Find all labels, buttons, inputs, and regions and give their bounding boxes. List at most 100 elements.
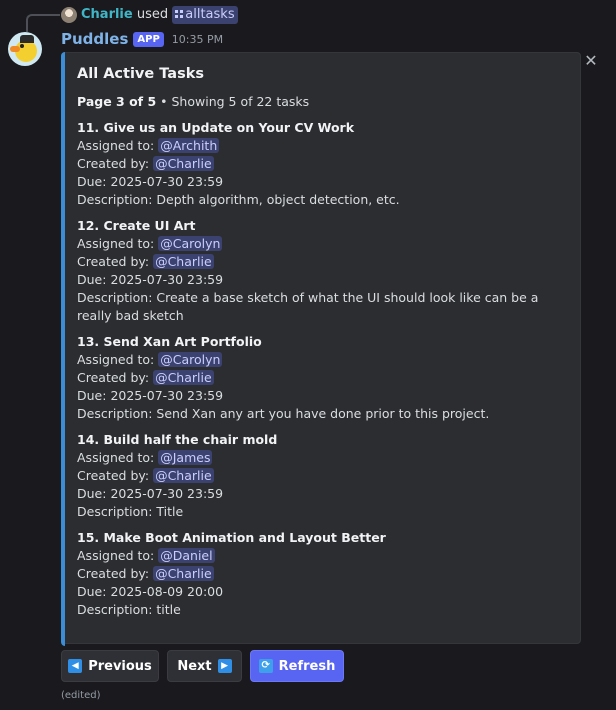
command-name: alltasks [185,7,235,22]
task-assigned-row: Assigned to: @Daniel [77,547,567,565]
assignee-mention[interactable]: @Daniel [158,548,215,563]
reply-user-avatar[interactable] [61,7,77,23]
due-label: Due: [77,584,111,599]
due-label: Due: [77,486,111,501]
app-badge: APP [133,31,164,47]
command-pill[interactable]: alltasks [172,6,238,24]
arrow-right-icon: ▶ [217,659,232,673]
bot-avatar[interactable] [8,32,42,66]
next-label: Next [177,658,212,674]
due-label: Due: [77,174,111,189]
page-count-text: • Showing 5 of 22 tasks [156,94,310,109]
task-embed: All Active Tasks Page 3 of 5 • Showing 5… [61,52,581,646]
creator-mention[interactable]: @Charlie [153,468,214,483]
task-item: 14. Build half the chair mold Assigned t… [77,431,567,521]
assigned-label: Assigned to: [77,548,159,563]
page-info: Page 3 of 5 • Showing 5 of 22 tasks [77,93,567,111]
task-assigned-row: Assigned to: @Archith [77,137,567,155]
task-description-row: Description: Create a base sketch of wha… [77,289,567,325]
assignee-mention[interactable]: @Archith [158,138,220,153]
due-label: Due: [77,388,111,403]
task-item: 13. Send Xan Art Portfolio Assigned to: … [77,333,567,423]
created-label: Created by: [77,370,154,385]
task-assigned-row: Assigned to: @Carolyn [77,351,567,369]
duck-beak-icon [10,46,20,52]
task-title: 14. Build half the chair mold [77,432,278,447]
arrow-left-icon: ◀ [68,659,83,673]
close-icon[interactable]: ✕ [583,53,599,69]
description-label: Description: [77,406,157,421]
reply-username[interactable]: Charlie [81,7,133,22]
duck-hat-icon [20,35,34,43]
due-date: 2025-08-09 20:00 [110,584,224,599]
reply-used-text: used [136,7,169,22]
creator-mention[interactable]: @Charlie [153,370,214,385]
task-created-row: Created by: @Charlie [77,369,567,387]
embed-title: All Active Tasks [77,66,204,82]
previous-button[interactable]: ◀ Previous [61,650,159,682]
creator-mention[interactable]: @Charlie [153,156,214,171]
next-button[interactable]: Next ▶ [167,650,242,682]
refresh-label: Refresh [278,658,336,674]
task-description-row: Description: Send Xan any art you have d… [77,405,567,423]
task-created-row: Created by: @Charlie [77,155,567,173]
creator-mention[interactable]: @Charlie [153,254,214,269]
assigned-label: Assigned to: [77,236,159,251]
task-title: 15. Make Boot Animation and Layout Bette… [77,530,386,545]
task-description-row: Description: title [77,601,567,619]
reply-connector [26,14,60,32]
task-description-row: Description: Depth algorithm, object det… [77,191,567,209]
message-timestamp[interactable]: 10:35 PM [172,33,223,46]
description-label: Description: [77,290,157,305]
description-label: Description: [77,602,157,617]
task-item: 11. Give us an Update on Your CV Work As… [77,119,567,209]
created-label: Created by: [77,468,154,483]
refresh-icon: ⟳ [258,659,273,673]
refresh-button[interactable]: ⟳ Refresh [250,650,344,682]
task-created-row: Created by: @Charlie [77,467,567,485]
task-item: 15. Make Boot Animation and Layout Bette… [77,529,567,619]
due-date: 2025-07-30 23:59 [110,388,224,403]
duck-eye-icon [20,44,24,48]
task-due-row: Due: 2025-08-09 20:00 [77,583,567,601]
task-created-row: Created by: @Charlie [77,565,567,583]
due-date: 2025-07-30 23:59 [110,272,224,287]
assignee-mention[interactable]: @Carolyn [158,352,223,367]
due-date: 2025-07-30 23:59 [110,174,224,189]
description-label: Description: [77,504,157,519]
slash-command-icon [175,10,184,18]
task-due-row: Due: 2025-07-30 23:59 [77,271,567,289]
description-text: Title [156,504,184,519]
bot-username[interactable]: Puddles [61,30,128,48]
page-label: Page 3 of 5 [77,94,157,109]
created-label: Created by: [77,566,154,581]
created-label: Created by: [77,254,154,269]
chat-message: Charlie used alltasks Puddles APP 10:35 … [0,0,616,710]
description-text: title [156,602,181,617]
task-title: 12. Create UI Art [77,218,196,233]
task-created-row: Created by: @Charlie [77,253,567,271]
assignee-mention[interactable]: @Carolyn [158,236,223,251]
task-item: 12. Create UI Art Assigned to: @Carolyn … [77,217,567,325]
assigned-label: Assigned to: [77,450,159,465]
embed-content: All Active Tasks Page 3 of 5 • Showing 5… [77,65,567,627]
task-assigned-row: Assigned to: @James [77,449,567,467]
task-assigned-row: Assigned to: @Carolyn [77,235,567,253]
task-title: 11. Give us an Update on Your CV Work [77,120,355,135]
previous-label: Previous [88,658,152,674]
description-text: Send Xan any art you have done prior to … [156,406,490,421]
assigned-label: Assigned to: [77,352,159,367]
due-label: Due: [77,272,111,287]
task-description-row: Description: Title [77,503,567,521]
creator-mention[interactable]: @Charlie [153,566,214,581]
description-label: Description: [77,192,157,207]
message-header: Puddles APP 10:35 PM [61,29,223,49]
created-label: Created by: [77,156,154,171]
assigned-label: Assigned to: [77,138,159,153]
embed-accent-bar [61,52,65,646]
task-due-row: Due: 2025-07-30 23:59 [77,387,567,405]
reply-reference[interactable]: Charlie used alltasks [81,6,238,24]
description-text: Depth algorithm, object detection, etc. [156,192,400,207]
due-date: 2025-07-30 23:59 [110,486,224,501]
assignee-mention[interactable]: @James [158,450,213,465]
